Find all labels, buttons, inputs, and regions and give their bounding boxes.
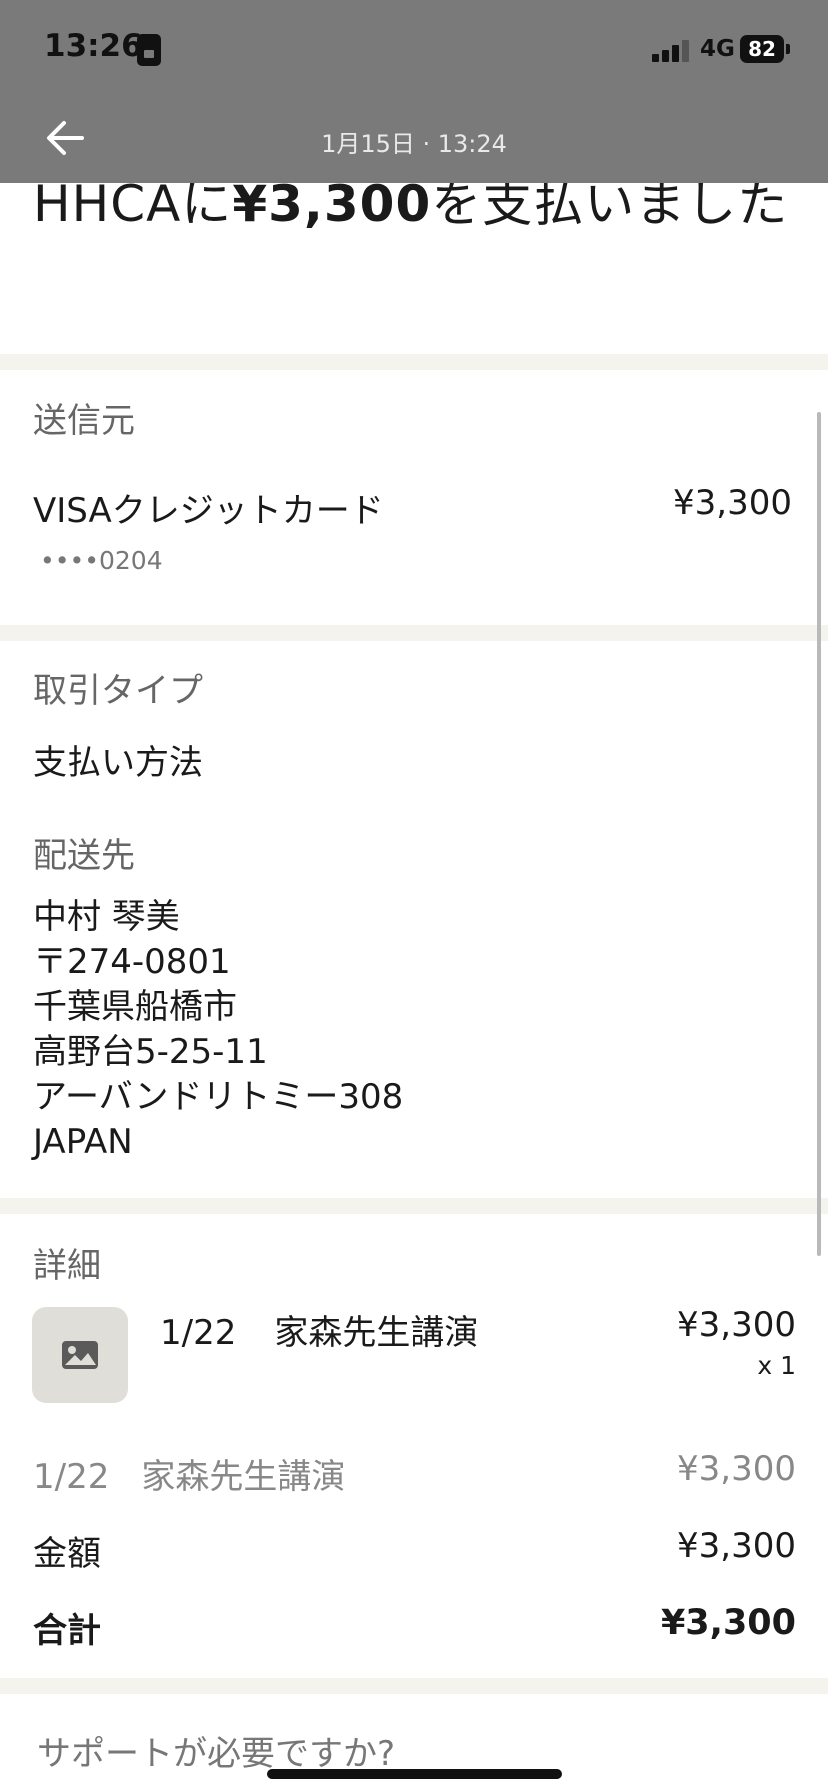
item-quantity: x 1 xyxy=(757,1351,796,1380)
transaction-type-label: 取引タイプ xyxy=(33,671,203,711)
home-indicator[interactable] xyxy=(267,1769,562,1779)
support-link[interactable]: サポートが必要ですか? xyxy=(37,1726,395,1775)
network-type: 4G xyxy=(700,36,735,62)
line-item-name: 家森先生講演 xyxy=(141,1457,346,1497)
section-divider xyxy=(0,1678,828,1694)
address-line: アーバンドリトミー308 xyxy=(33,1077,404,1117)
shipping-address: 中村 琴美 〒274-0801 千葉県船橋市 高野台5-25-11 アーバンドリ… xyxy=(33,895,403,1165)
subtotal-amount: ¥3,300 xyxy=(677,1526,796,1566)
item-name: 家森先生講演 xyxy=(274,1313,479,1353)
item-date: 1/22 xyxy=(160,1313,237,1353)
headline-prefix: HHCAに xyxy=(33,175,233,233)
line-item-date: 1/22 xyxy=(33,1457,110,1497)
card-amount: ¥3,300 xyxy=(673,483,792,523)
address-line: 中村 琴美 xyxy=(33,897,180,937)
item-price: ¥3,300 xyxy=(677,1305,796,1345)
total-label: 合計 xyxy=(33,1611,101,1651)
shipping-label: 配送先 xyxy=(33,836,135,876)
card-name: VISAクレジットカード xyxy=(33,491,384,531)
address-line: 高野台5-25-11 xyxy=(33,1032,268,1072)
address-line: JAPAN xyxy=(33,1122,133,1162)
address-line: 〒274-0801 xyxy=(33,942,231,982)
line-item-label: 1/22 家森先生講演 xyxy=(33,1449,345,1498)
headline-suffix: を支払いました xyxy=(431,175,789,233)
headline-amount: ¥3,300 xyxy=(232,175,432,233)
item-thumbnail xyxy=(32,1307,128,1403)
item-title[interactable]: 1/22 家森先生講演 xyxy=(160,1305,478,1354)
status-time: 13:26 xyxy=(44,28,143,64)
scrollbar[interactable] xyxy=(817,412,821,1256)
signal-icon xyxy=(652,38,694,62)
subtotal-label: 金額 xyxy=(33,1534,101,1574)
section-divider xyxy=(0,625,828,641)
transaction-type-value: 支払い方法 xyxy=(33,743,203,783)
address-line: 千葉県船橋市 xyxy=(33,987,237,1027)
total-amount: ¥3,300 xyxy=(660,1603,796,1643)
line-item-price: ¥3,300 xyxy=(677,1449,796,1489)
details-label: 詳細 xyxy=(33,1246,101,1286)
sim-card-icon xyxy=(137,34,161,66)
battery-icon: 82 xyxy=(740,35,784,63)
transaction-datetime: 1月15日 · 13:24 xyxy=(321,130,507,158)
card-number-masked: ••••0204 xyxy=(40,546,163,575)
top-overlay: 13:26 4G 82 1月15日 · 13:24 xyxy=(0,0,828,183)
battery-tip xyxy=(786,44,790,54)
image-placeholder-icon xyxy=(62,1341,98,1369)
section-divider xyxy=(0,354,828,370)
section-divider xyxy=(0,1198,828,1214)
source-label: 送信元 xyxy=(33,401,135,441)
